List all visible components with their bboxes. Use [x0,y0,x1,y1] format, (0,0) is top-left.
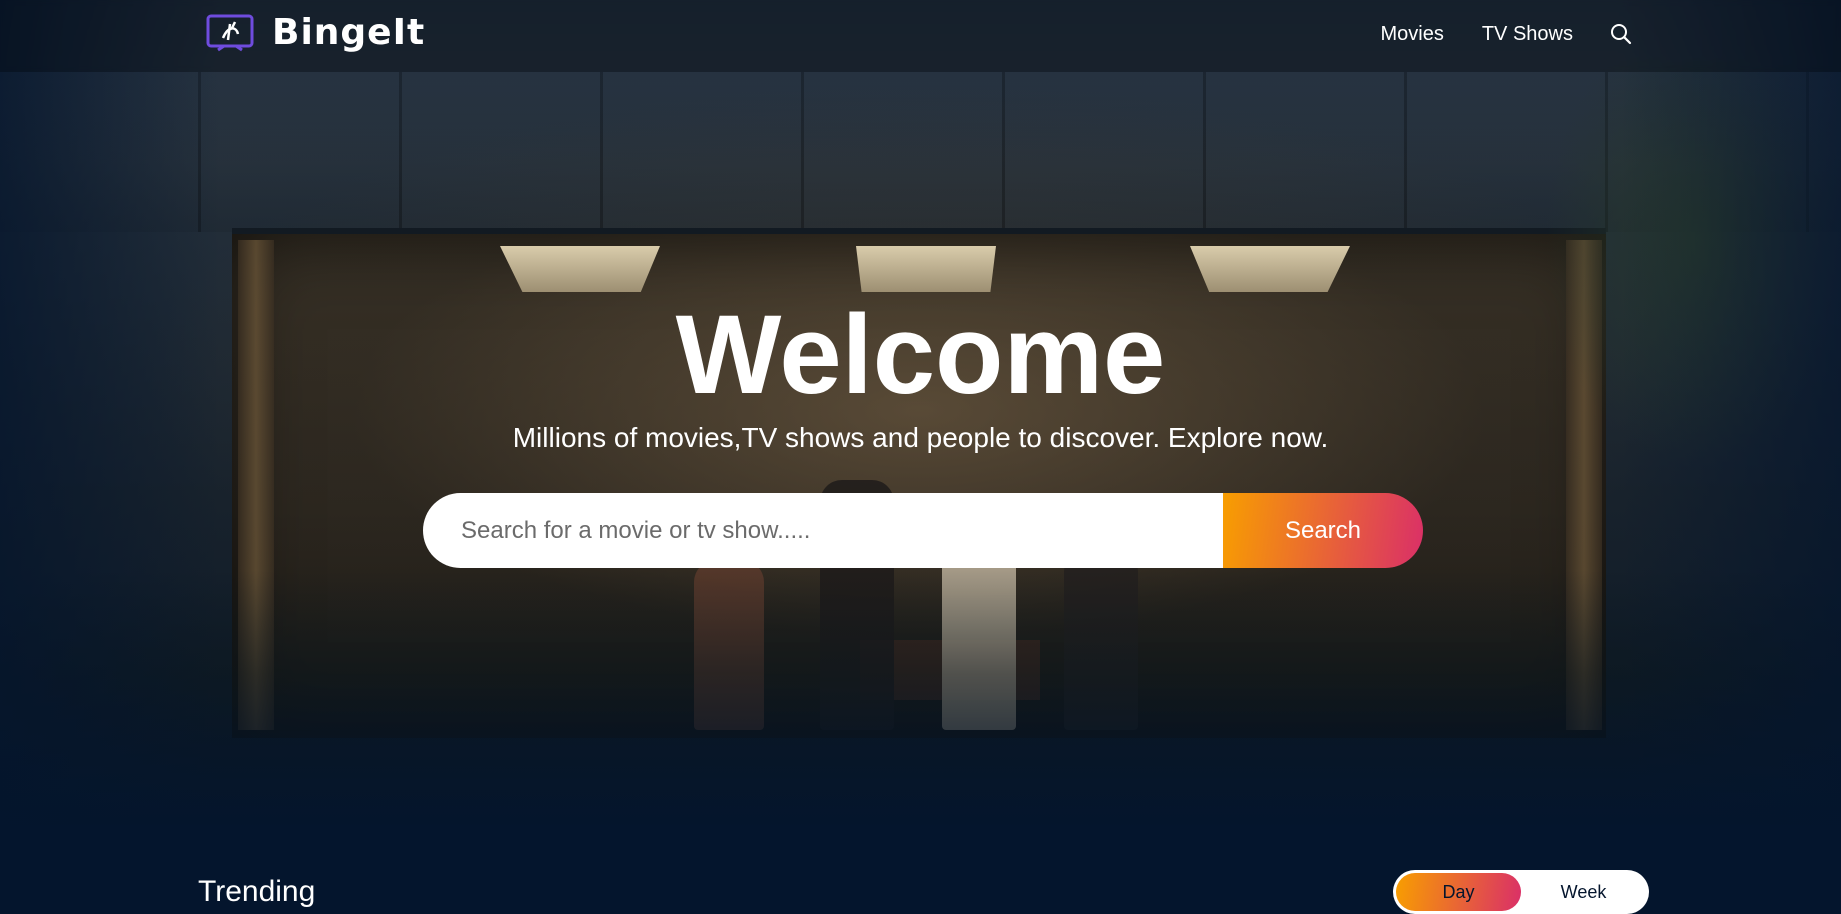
tab-week[interactable]: Week [1521,873,1646,911]
search-input[interactable] [423,493,1223,568]
brand-name: BingeIt [272,12,426,53]
nav-item-tv-shows[interactable]: TV Shows [1482,20,1573,48]
hero-search-bar: Search [423,493,1423,568]
tab-day[interactable]: Day [1396,873,1521,911]
hero-content: Welcome Millions of movies,TV shows and … [0,290,1841,456]
site-header: BingeIt Movies TV Shows [0,0,1841,72]
nav-item-movies[interactable]: Movies [1380,20,1443,48]
hero-subtitle: Millions of movies,TV shows and people t… [512,422,1329,453]
trending-time-switch: Day Week [1393,870,1649,914]
page: BingeIt Movies TV Shows Welcome Millions… [0,0,1841,914]
tv-logo-icon [206,14,254,52]
main-nav: Movies TV Shows [1342,20,1633,48]
hero-title: Welcome [675,292,1166,417]
brand-logo-link[interactable]: BingeIt [206,14,425,52]
search-icon[interactable] [1609,22,1633,46]
trending-section-title: Trending [198,875,316,908]
search-button[interactable]: Search [1223,493,1423,568]
